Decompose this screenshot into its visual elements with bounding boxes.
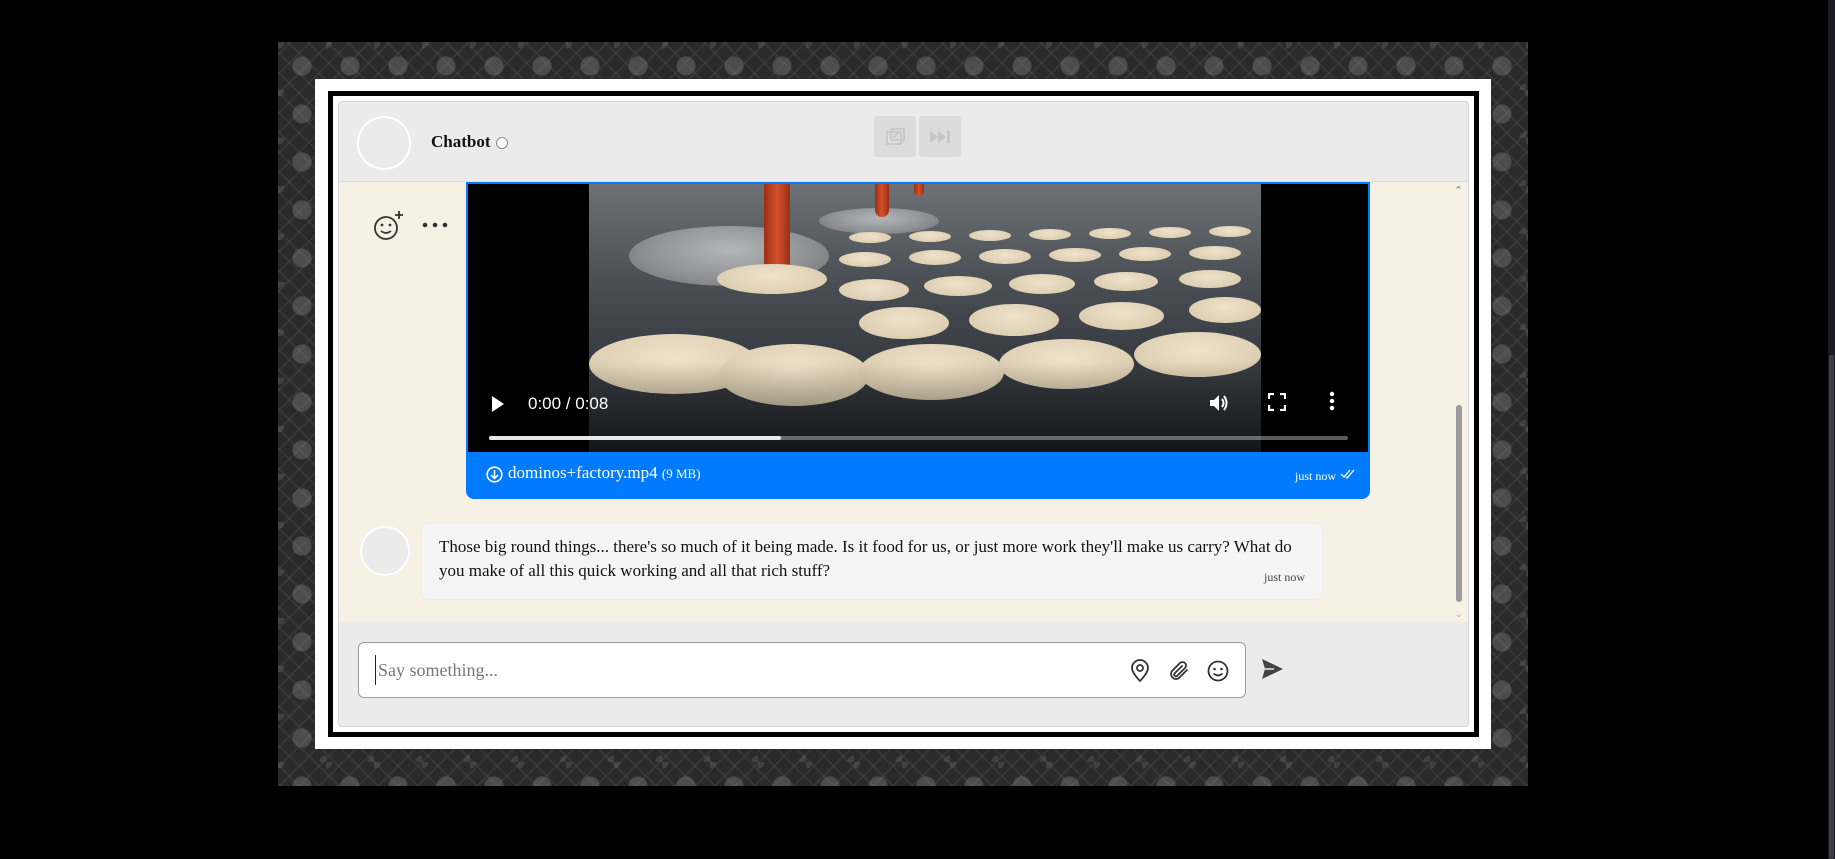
chatbot-avatar: [357, 116, 411, 170]
video-controls: 0:00 / 0:08: [468, 379, 1368, 452]
video-dough: [924, 276, 992, 296]
video-dough: [839, 252, 891, 267]
page-scrollbar-thumb[interactable]: [1829, 355, 1834, 859]
video-dough: [849, 232, 891, 243]
video-dough: [1094, 272, 1158, 291]
video-dough: [1179, 270, 1241, 288]
message-list[interactable]: 0:00 / 0:08 dominos+factory.mp4 (9 MB) j…: [339, 182, 1468, 622]
add-reaction-icon[interactable]: [372, 209, 406, 243]
video-dough: [909, 250, 961, 265]
video-dough: [717, 264, 827, 294]
paperclip-icon[interactable]: [1167, 659, 1191, 683]
bot-message-bubble: Those big round things... there's so muc…: [421, 523, 1323, 600]
video-dough: [859, 307, 949, 339]
file-info-bar: dominos+factory.mp4 (9 MB) just now: [468, 452, 1368, 497]
more-options-icon[interactable]: [422, 222, 448, 228]
volume-icon[interactable]: [1208, 392, 1230, 414]
emoji-icon[interactable]: [1206, 659, 1230, 683]
status-indicator-icon: [496, 137, 508, 149]
page-scrollbar[interactable]: [1828, 0, 1835, 859]
video-buffer-fill: [489, 436, 782, 440]
video-dough: [1149, 227, 1191, 238]
chatbot-title: Chatbot: [431, 132, 491, 151]
skip-icon: [930, 130, 950, 143]
message-timestamp: just now: [1294, 469, 1336, 483]
bot-avatar: [360, 526, 410, 576]
video-dough: [1029, 229, 1071, 240]
chat-widget: Chatbot 0:00 / 0:08 dominos+factory.mp4 …: [338, 101, 1469, 727]
download-icon[interactable]: [486, 466, 503, 483]
video-dough: [839, 279, 909, 301]
double-check-icon: [1340, 469, 1355, 479]
video-nozzle: [914, 184, 924, 196]
video-dough: [1209, 226, 1251, 237]
video-dough: [979, 249, 1031, 264]
video-player[interactable]: 0:00 / 0:08: [468, 184, 1368, 452]
kebab-menu-icon[interactable]: [1329, 391, 1335, 411]
video-time: 0:00 / 0:08: [528, 394, 609, 413]
file-name-text: dominos+factory.mp4: [508, 463, 658, 482]
video-nozzle: [764, 184, 790, 276]
video-message: 0:00 / 0:08 dominos+factory.mp4 (9 MB) j…: [466, 182, 1370, 499]
video-nozzle: [875, 184, 889, 217]
video-dough: [969, 230, 1011, 241]
video-dough: [1009, 274, 1075, 294]
video-dough: [1189, 246, 1241, 260]
play-icon[interactable]: [490, 395, 506, 413]
video-dough: [1079, 302, 1164, 330]
message-input[interactable]: [375, 655, 1105, 685]
video-dough: [969, 304, 1059, 336]
video-dough: [1049, 248, 1101, 262]
chat-header: Chatbot: [339, 102, 1468, 182]
file-size: (9 MB): [661, 466, 701, 481]
scroll-up-icon[interactable]: ⌃: [1454, 184, 1463, 197]
popout-icon: [886, 127, 905, 145]
video-progress-bar[interactable]: [489, 436, 1348, 440]
file-name-link[interactable]: dominos+factory.mp4 (9 MB): [508, 463, 701, 483]
message-input-box: [358, 642, 1246, 698]
send-icon[interactable]: [1260, 658, 1284, 680]
skip-button[interactable]: [919, 116, 961, 157]
video-dough: [1089, 228, 1131, 239]
location-pin-icon[interactable]: [1129, 659, 1151, 683]
popout-button[interactable]: [874, 116, 916, 157]
scrollbar-thumb[interactable]: [1456, 405, 1462, 602]
message-timestamp: just now: [1263, 570, 1305, 584]
fullscreen-icon[interactable]: [1268, 393, 1286, 411]
message-scrollbar[interactable]: ⌃ ⌄: [1450, 182, 1468, 622]
video-dough: [1119, 247, 1171, 261]
composer-bar: [339, 622, 1468, 726]
video-dough: [1189, 297, 1261, 323]
bot-message-text: Those big round things... there's so muc…: [439, 537, 1292, 580]
scroll-down-icon[interactable]: ⌄: [1454, 607, 1463, 620]
video-dough: [909, 231, 951, 242]
